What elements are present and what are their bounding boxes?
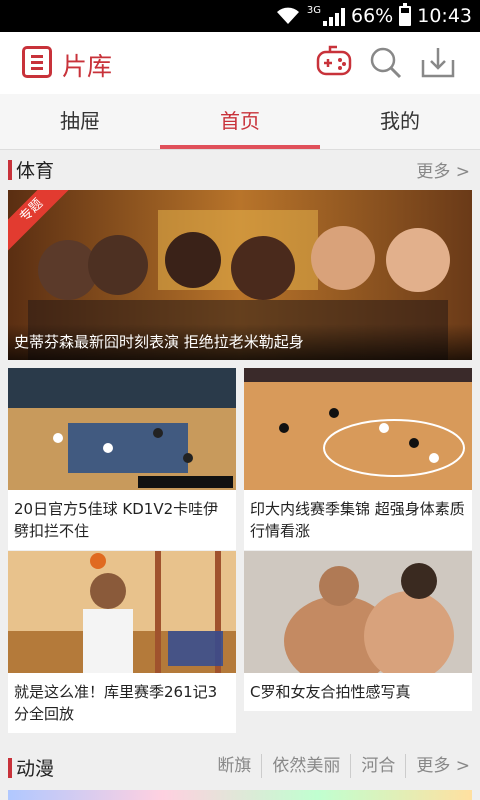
video-card[interactable]: 就是这么准！库里赛季261记3分全回放 bbox=[8, 551, 236, 733]
section-marker bbox=[8, 160, 12, 180]
tag-link[interactable]: 依然美丽 bbox=[262, 754, 352, 778]
more-link[interactable]: 更多 > bbox=[416, 157, 470, 182]
featured-caption: 史蒂芬森最新囧时刻表演 拒绝拉老米勒起身 bbox=[8, 324, 472, 360]
anime-thumbnail-peek bbox=[8, 790, 472, 800]
gamepad-icon[interactable] bbox=[313, 42, 355, 84]
status-bar: 3G 66% 10:43 bbox=[0, 0, 480, 32]
video-title: C罗和女友合拍性感写真 bbox=[250, 683, 411, 701]
video-card[interactable]: 印大内线赛季集锦 超强身体素质行情看涨 bbox=[244, 368, 472, 550]
download-icon[interactable] bbox=[417, 42, 459, 84]
signal-icon bbox=[323, 6, 345, 26]
section-anime-header: 动漫 断旗 依然美丽 河合 更多 > bbox=[0, 750, 480, 786]
app-bar: 片库 bbox=[0, 32, 480, 94]
menu-list-icon[interactable] bbox=[22, 46, 52, 78]
tab-drawer[interactable]: 抽屉 bbox=[0, 94, 160, 149]
tab-home[interactable]: 首页 bbox=[160, 94, 320, 149]
video-thumbnail bbox=[244, 368, 472, 490]
featured-card[interactable]: 专题 史蒂芬森最新囧时刻表演 拒绝拉老米勒起身 bbox=[8, 190, 472, 360]
section-title: 动漫 bbox=[16, 758, 55, 780]
video-title: 20日官方5佳球 KD1V2卡哇伊劈扣拦不住 bbox=[14, 500, 219, 540]
video-title: 就是这么准！库里赛季261记3分全回放 bbox=[14, 683, 218, 723]
battery-percent: 66% bbox=[351, 5, 394, 27]
tab-bar: 抽屉 首页 我的 bbox=[0, 94, 480, 150]
more-link[interactable]: 更多 > bbox=[406, 754, 470, 778]
wifi-icon bbox=[275, 6, 301, 26]
clock: 10:43 bbox=[417, 5, 472, 27]
tab-mine[interactable]: 我的 bbox=[320, 94, 480, 149]
section-title: 体育 bbox=[16, 160, 55, 182]
video-thumbnail bbox=[244, 551, 472, 673]
network-type: 3G bbox=[306, 4, 321, 16]
tag-link[interactable]: 断旗 bbox=[207, 754, 263, 778]
video-title: 印大内线赛季集锦 超强身体素质行情看涨 bbox=[250, 500, 465, 540]
tag-link[interactable]: 河合 bbox=[351, 754, 407, 778]
section-marker bbox=[8, 758, 12, 778]
video-card[interactable]: C罗和女友合拍性感写真 bbox=[244, 551, 472, 711]
video-thumbnail bbox=[8, 368, 236, 490]
video-card[interactable]: 20日官方5佳球 KD1V2卡哇伊劈扣拦不住 bbox=[8, 368, 236, 550]
section-sports-header: 体育 更多 > bbox=[0, 152, 480, 188]
section-tags: 断旗 依然美丽 河合 更多 > bbox=[207, 754, 470, 778]
video-thumbnail bbox=[8, 551, 236, 673]
battery-icon bbox=[399, 3, 412, 26]
search-icon[interactable] bbox=[365, 42, 407, 84]
app-title: 片库 bbox=[62, 52, 113, 81]
